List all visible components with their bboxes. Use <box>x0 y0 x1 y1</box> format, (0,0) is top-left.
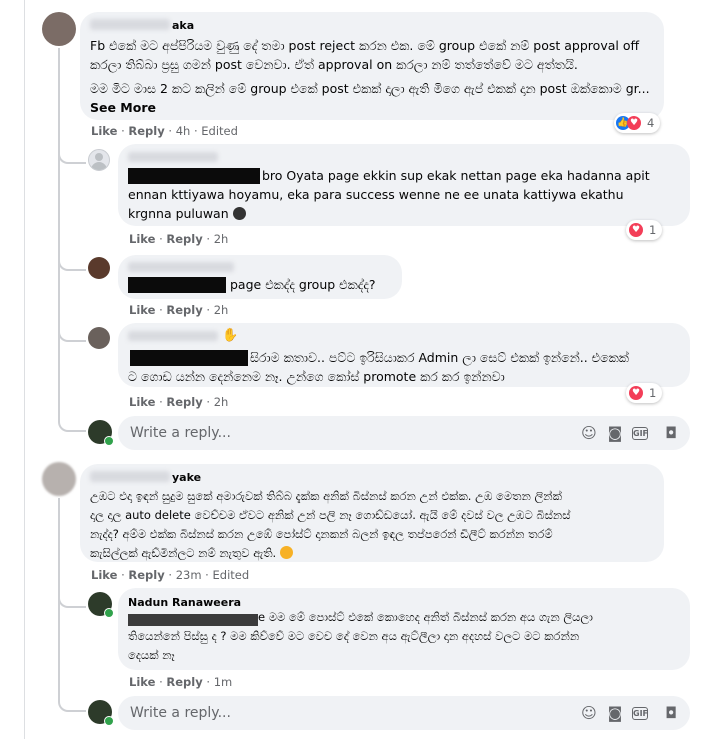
emoji-icon[interactable]: ☺ <box>580 424 598 442</box>
like-link[interactable]: Like <box>91 124 117 138</box>
reaction-count[interactable]: ♥ 1 <box>626 220 663 240</box>
emoji-icon[interactable]: ☺ <box>580 704 598 722</box>
reply-actions: Like · Reply · 1m <box>129 675 233 689</box>
camera-icon[interactable]: ◙ <box>606 704 624 722</box>
reply-link[interactable]: Reply <box>128 568 164 582</box>
redacted-name <box>90 471 170 482</box>
reply-link[interactable]: Reply <box>166 232 202 246</box>
reaction-count-text: 1 <box>649 223 657 237</box>
reply-text-line: krgnna puluwan <box>128 204 684 223</box>
reply-text-line: තියෙන්නේ පිස්සු ද ? මම කිව්වේ මට වෙච දේ … <box>128 629 580 643</box>
timestamp[interactable]: 2h <box>214 232 229 246</box>
comment-actions: Like · Reply · 4h · Edited <box>91 124 238 138</box>
gif-icon[interactable]: GIF <box>632 427 648 440</box>
online-status-dot <box>104 436 114 446</box>
emoji-icon <box>232 207 246 220</box>
avatar[interactable] <box>42 12 76 46</box>
like-link[interactable]: Like <box>91 568 117 582</box>
laughing-emoji-icon <box>279 546 293 559</box>
redacted-name <box>128 331 218 341</box>
avatar[interactable] <box>88 257 110 279</box>
comment-author-suffix[interactable]: aka <box>172 19 194 32</box>
avatar[interactable] <box>88 149 110 171</box>
like-link[interactable]: Like <box>129 675 155 689</box>
reply-link[interactable]: Reply <box>166 395 202 409</box>
reply-input-box[interactable]: ☺ ◙ GIF ◘ <box>118 416 690 450</box>
comment-text-line: නැද්ද? අම්ම එක්ක බිස්නස් කරන උඹේ පෝස්ට් … <box>90 527 553 541</box>
reply-actions: Like · Reply · 2h <box>129 303 229 317</box>
reply-text-line: දෙයක් නෑ <box>128 648 175 662</box>
comment-paragraph: Fb එකේ මට අප්පිරියම වුණු දේ තමා post rej… <box>90 38 640 72</box>
reply-text: page එකද්ද group එකද්ද? <box>230 277 376 292</box>
thread-connector <box>58 584 86 608</box>
waving-hand-icon: ✋ <box>222 328 239 343</box>
timestamp[interactable]: 2h <box>214 303 229 317</box>
sticker-icon[interactable]: ◘ <box>662 424 680 442</box>
reply-link[interactable]: Reply <box>166 675 202 689</box>
reply-actions: Like · Reply · 2h <box>129 232 229 246</box>
avatar[interactable] <box>88 327 110 349</box>
comment-text: Fb එකේ මට අප්පිරියම වුණු දේ තමා post rej… <box>90 36 656 117</box>
comment-text: උඹට එදා ඉඳන් සුදුම සුකේ අමාරුවක් තිබ්බ ද… <box>90 487 656 563</box>
reply-input[interactable] <box>128 424 432 442</box>
reaction-count[interactable]: ♥ 1 <box>626 383 663 403</box>
see-more-link[interactable]: See More <box>90 100 156 115</box>
online-status-dot <box>104 716 114 726</box>
redacted-name <box>128 152 218 162</box>
edited-label: Edited <box>212 568 250 582</box>
page-border <box>24 0 25 739</box>
love-reaction-icon: ♥ <box>627 116 641 130</box>
love-reaction-icon: ♥ <box>629 386 643 400</box>
thread-connector <box>58 688 86 712</box>
comment-actions: Like · Reply · 23m · Edited <box>91 568 250 582</box>
reply-text: e මම මේ පොස්ට් එකේ කොහෙද අනිත් බිස්නස් ක… <box>128 608 684 665</box>
reply-link[interactable]: Reply <box>166 303 202 317</box>
timestamp[interactable]: 1m <box>214 675 233 689</box>
comment-text-line: උඹට එදා ඉඳන් සුදුම සුකේ අමාරුවක් තිබ්බ ද… <box>90 489 562 503</box>
like-link[interactable]: Like <box>129 232 155 246</box>
timestamp[interactable]: 23m <box>176 568 202 582</box>
edited-label: Edited <box>201 124 238 138</box>
reply-text-line: bro Oyata page ekkin sup ekak nettan pag… <box>262 168 650 183</box>
gif-icon[interactable]: GIF <box>632 707 648 720</box>
thread-line <box>58 48 60 418</box>
comment-paragraph-text: මම මිට මාස 2 කට කලින් මේ group එකේ post … <box>90 81 650 96</box>
thread-connector <box>58 408 86 432</box>
reaction-count[interactable]: 👍 ♥ 4 <box>614 113 661 133</box>
reply-text-span: krgnna puluwan <box>128 206 229 221</box>
comment-text-line: කැසිල්ලක් ඇඩ්මින්ලට නම් නැතුව ඇති. <box>90 544 656 563</box>
comment-paragraph: මම මිට මාස 2 කට කලින් මේ group එකේ post … <box>90 79 656 117</box>
reaction-count-text: 4 <box>647 116 655 130</box>
sticker-icon[interactable]: ◘ <box>662 704 680 722</box>
camera-icon[interactable]: ◙ <box>606 424 624 442</box>
timestamp[interactable]: 4h <box>176 124 191 138</box>
thread-connector <box>58 318 86 342</box>
reply-actions: Like · Reply · 2h <box>129 395 229 409</box>
timestamp[interactable]: 2h <box>214 395 229 409</box>
online-status-dot <box>104 608 114 618</box>
comment-author-suffix[interactable]: yake <box>172 471 201 484</box>
reply-link[interactable]: Reply <box>128 124 164 138</box>
thread-connector <box>58 140 86 164</box>
reply-input-box[interactable]: ☺ ◙ GIF ◘ <box>118 696 690 730</box>
reply-text: සිරාම කතාව.. පට්ට ඉරිසියාකර Admin ලා සෙට… <box>128 348 684 386</box>
reply-text: bro Oyata page ekkin sup ekak nettan pag… <box>128 166 684 223</box>
reply-input[interactable] <box>128 704 432 722</box>
comment-text-line: දාල දාල auto delete වෙච්චම ඒවට අනික් උන්… <box>90 508 571 522</box>
love-reaction-icon: ♥ <box>629 223 643 237</box>
redacted-name <box>90 19 170 30</box>
like-link[interactable]: Like <box>129 395 155 409</box>
comment-text-span: කැසිල්ලක් ඇඩ්මින්ලට නම් නැතුව ඇති. <box>90 546 277 560</box>
thread-connector <box>58 247 86 271</box>
redacted-mention <box>128 277 226 293</box>
like-link[interactable]: Like <box>129 303 155 317</box>
reply-text-line: ට ගොඩ යන්න දෙන්නෙම නෑ. උන්ගෙ කෝස් promot… <box>128 369 505 384</box>
reply-text-line: ennan kttiyawa hoyamu, eka para success … <box>128 187 624 202</box>
redacted-name <box>128 262 234 272</box>
reply-text-line: e මම මේ පොස්ට් එකේ කොහෙද අනිත් බිස්නස් ක… <box>258 610 593 624</box>
avatar[interactable] <box>42 462 76 496</box>
reply-text-line: සිරාම කතාව.. පට්ට ඉරිසියාකර Admin ලා සෙට… <box>250 350 629 365</box>
reaction-count-text: 1 <box>649 386 657 400</box>
